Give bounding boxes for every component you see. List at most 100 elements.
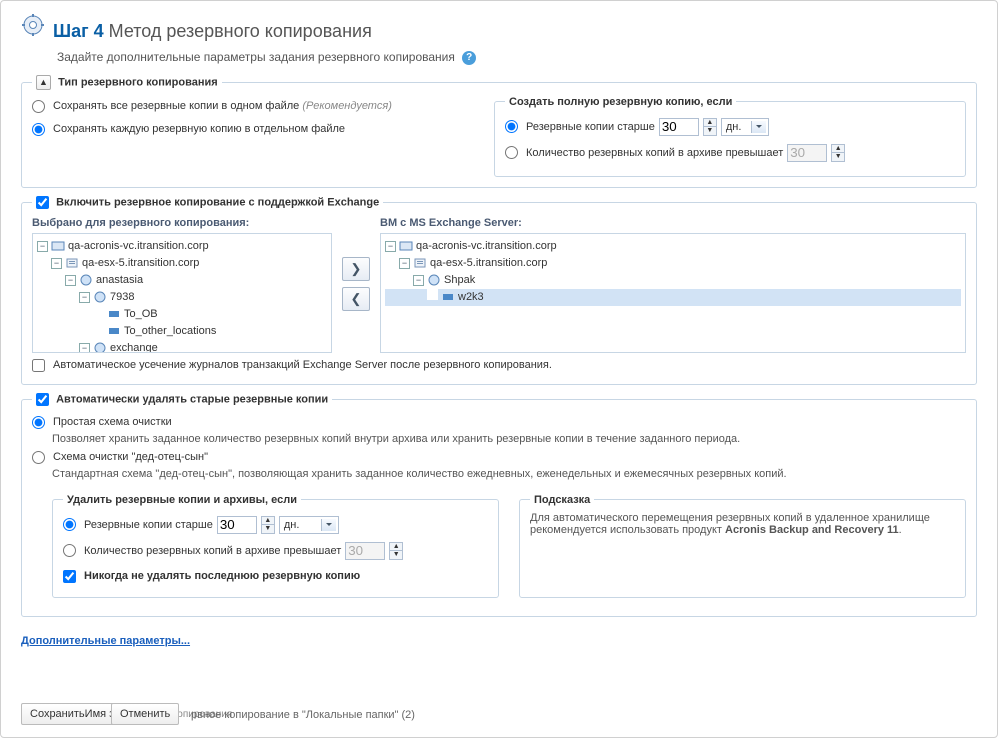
exchange-group: Включить резервное копирование с поддерж… [21, 196, 977, 385]
desc-gfs-scheme: Стандартная схема "дед-отец-сын", позвол… [52, 468, 966, 480]
move-right-button[interactable]: ❯ [342, 257, 370, 281]
tree-node[interactable]: − qa-acronis-vc.itransition.corp [385, 238, 961, 255]
hint-legend: Подсказка [530, 494, 594, 506]
help-icon[interactable]: ? [462, 51, 476, 65]
delete-rules-group: Удалить резервные копии и архивы, если Р… [52, 494, 499, 598]
tree-toggle-icon[interactable]: − [79, 343, 90, 353]
tree-label: qa-esx-5.itransition.corp [82, 257, 199, 269]
checkbox-truncate-logs[interactable] [32, 359, 45, 372]
tree-label: anastasia [96, 274, 143, 286]
label-single-file-text: Сохранять все резервные копии в одном фа… [53, 100, 299, 112]
exchange-left-tree[interactable]: −qa-acronis-vc.itransition.corp −qa-esx-… [32, 233, 332, 353]
label-truncate-logs: Автоматическое усечение журналов транзак… [53, 359, 552, 371]
label-gfs-scheme: Схема очистки "дед-отец-сын" [53, 451, 208, 463]
tree-node[interactable]: − qa-esx-5.itransition.corp [37, 255, 327, 272]
tree-node[interactable]: To_other_locations [37, 323, 327, 340]
tree-node[interactable]: −qa-esx-5.itransition.corp [385, 255, 961, 272]
move-left-button[interactable]: ❮ [342, 287, 370, 311]
tree-label: qa-acronis-vc.itransition.corp [416, 240, 557, 252]
step-number: Шаг 4 [53, 21, 104, 41]
tree-label: To_OB [124, 308, 158, 320]
radio-gfs-scheme[interactable] [32, 451, 45, 464]
tree-toggle-icon[interactable]: − [399, 258, 410, 269]
tree-node[interactable]: − qa-acronis-vc.itransition.corp [37, 238, 327, 255]
hint-text: Для автоматического перемещения резервны… [530, 512, 955, 536]
input-delete-older-than-days[interactable] [217, 516, 257, 534]
vm-icon [93, 291, 107, 302]
checkbox-cleanup-enable[interactable] [36, 393, 49, 406]
tree-toggle-icon[interactable]: − [79, 292, 90, 303]
tree-spacer [427, 289, 438, 300]
advanced-link[interactable]: Дополнительные параметры... [21, 635, 190, 647]
collapse-toggle[interactable]: ▲ [36, 75, 51, 90]
radio-older-than[interactable] [505, 120, 518, 133]
full-copy-legend: Создать полную резервную копию, если [505, 96, 736, 108]
tree-node[interactable]: − anastasia [37, 272, 327, 289]
tree-label: qa-acronis-vc.itransition.corp [68, 240, 209, 252]
tree-toggle-icon[interactable]: − [385, 241, 396, 252]
input-count-exceeds [787, 144, 827, 162]
label-simple-scheme: Простая схема очистки [53, 416, 172, 428]
tree-label: Shpak [444, 274, 475, 286]
vm-icon [93, 342, 107, 352]
exchange-left-header: Выбрано для резервного копирования: [32, 217, 332, 229]
select-older-than-unit-text: дн. [726, 121, 742, 133]
tree-label: w2k3 [458, 291, 484, 303]
cleanup-legend: Автоматически удалять старые резервные к… [32, 393, 332, 406]
label-never-delete-last: Никогда не удалять последнюю резервную к… [84, 570, 360, 582]
select-older-than-unit[interactable]: дн. [721, 118, 769, 136]
subtitle-text: Задайте дополнительные параметры задания… [57, 50, 455, 64]
host-icon [413, 257, 427, 268]
exchange-legend: Включить резервное копирование с поддерж… [32, 196, 383, 209]
vm-icon [427, 274, 441, 285]
page-title: Шаг 4 Метод резервного копирования [53, 21, 372, 42]
gear-icon [21, 13, 45, 37]
label-single-file-rec: (Рекомендуется) [302, 100, 392, 112]
tree-toggle-icon[interactable]: − [65, 275, 76, 286]
tree-node-selected[interactable]: w2k3 [385, 289, 961, 306]
radio-simple-scheme[interactable] [32, 416, 45, 429]
radio-single-file[interactable] [32, 100, 45, 113]
cleanup-group: Автоматически удалять старые резервные к… [21, 393, 977, 617]
tree-node[interactable]: To_OB [37, 306, 327, 323]
label-delete-count-exceeds: Количество резервных копий в архиве прев… [84, 545, 341, 557]
backup-type-legend-text: Тип резервного копирования [58, 76, 218, 88]
radio-delete-older-than[interactable] [63, 518, 76, 531]
radio-delete-count-exceeds[interactable] [63, 544, 76, 557]
select-delete-unit-text: дн. [284, 519, 300, 531]
spinner-older-than[interactable]: ▲▼ [703, 118, 717, 136]
hint-group: Подсказка Для автоматического перемещени… [519, 494, 966, 598]
backup-type-group: ▲ Тип резервного копирования Сохранять в… [21, 75, 977, 188]
tree-spacer [93, 323, 104, 334]
network-icon [107, 325, 121, 336]
backup-type-legend: ▲ Тип резервного копирования [32, 75, 222, 90]
tree-toggle-icon[interactable]: − [51, 258, 62, 269]
cancel-button[interactable]: Отменить [111, 703, 179, 725]
checkbox-exchange-enable[interactable] [36, 196, 49, 209]
tree-node[interactable]: − Shpak [385, 272, 961, 289]
radio-separate-files[interactable] [32, 123, 45, 136]
tree-spacer [93, 306, 104, 317]
tree-toggle-icon[interactable]: − [413, 275, 424, 286]
exchange-right-tree[interactable]: −qa-acronis-vc.itransition.corp −qa-esx-… [380, 233, 966, 353]
delete-rules-legend: Удалить резервные копии и архивы, если [63, 494, 301, 506]
label-delete-older-than: Резервные копии старше [84, 519, 213, 531]
server-icon [399, 240, 413, 251]
footer: го копирования СохранитьИмя задания: Отм… [21, 703, 977, 731]
tree-node[interactable]: −exchange [37, 340, 327, 353]
step-title: Метод резервного копирования [109, 21, 372, 41]
spinner-count-exceeds[interactable]: ▲▼ [831, 144, 845, 162]
host-icon [65, 257, 79, 268]
spinner-delete-count[interactable]: ▲▼ [389, 542, 403, 560]
cleanup-enable-label: Автоматически удалять старые резервные к… [56, 393, 328, 405]
tree-toggle-icon[interactable]: − [37, 241, 48, 252]
tree-node[interactable]: −7938 [37, 289, 327, 306]
spinner-delete-older-than[interactable]: ▲▼ [261, 516, 275, 534]
server-icon [51, 240, 65, 251]
radio-count-exceeds[interactable] [505, 146, 518, 159]
hint-product: Acronis Backup and Recovery 11 [725, 524, 899, 536]
checkbox-never-delete-last[interactable] [63, 570, 76, 583]
select-delete-older-than-unit[interactable]: дн. [279, 516, 339, 534]
input-older-than-days[interactable] [659, 118, 699, 136]
exchange-enable-label: Включить резервное копирование с поддерж… [56, 196, 379, 208]
